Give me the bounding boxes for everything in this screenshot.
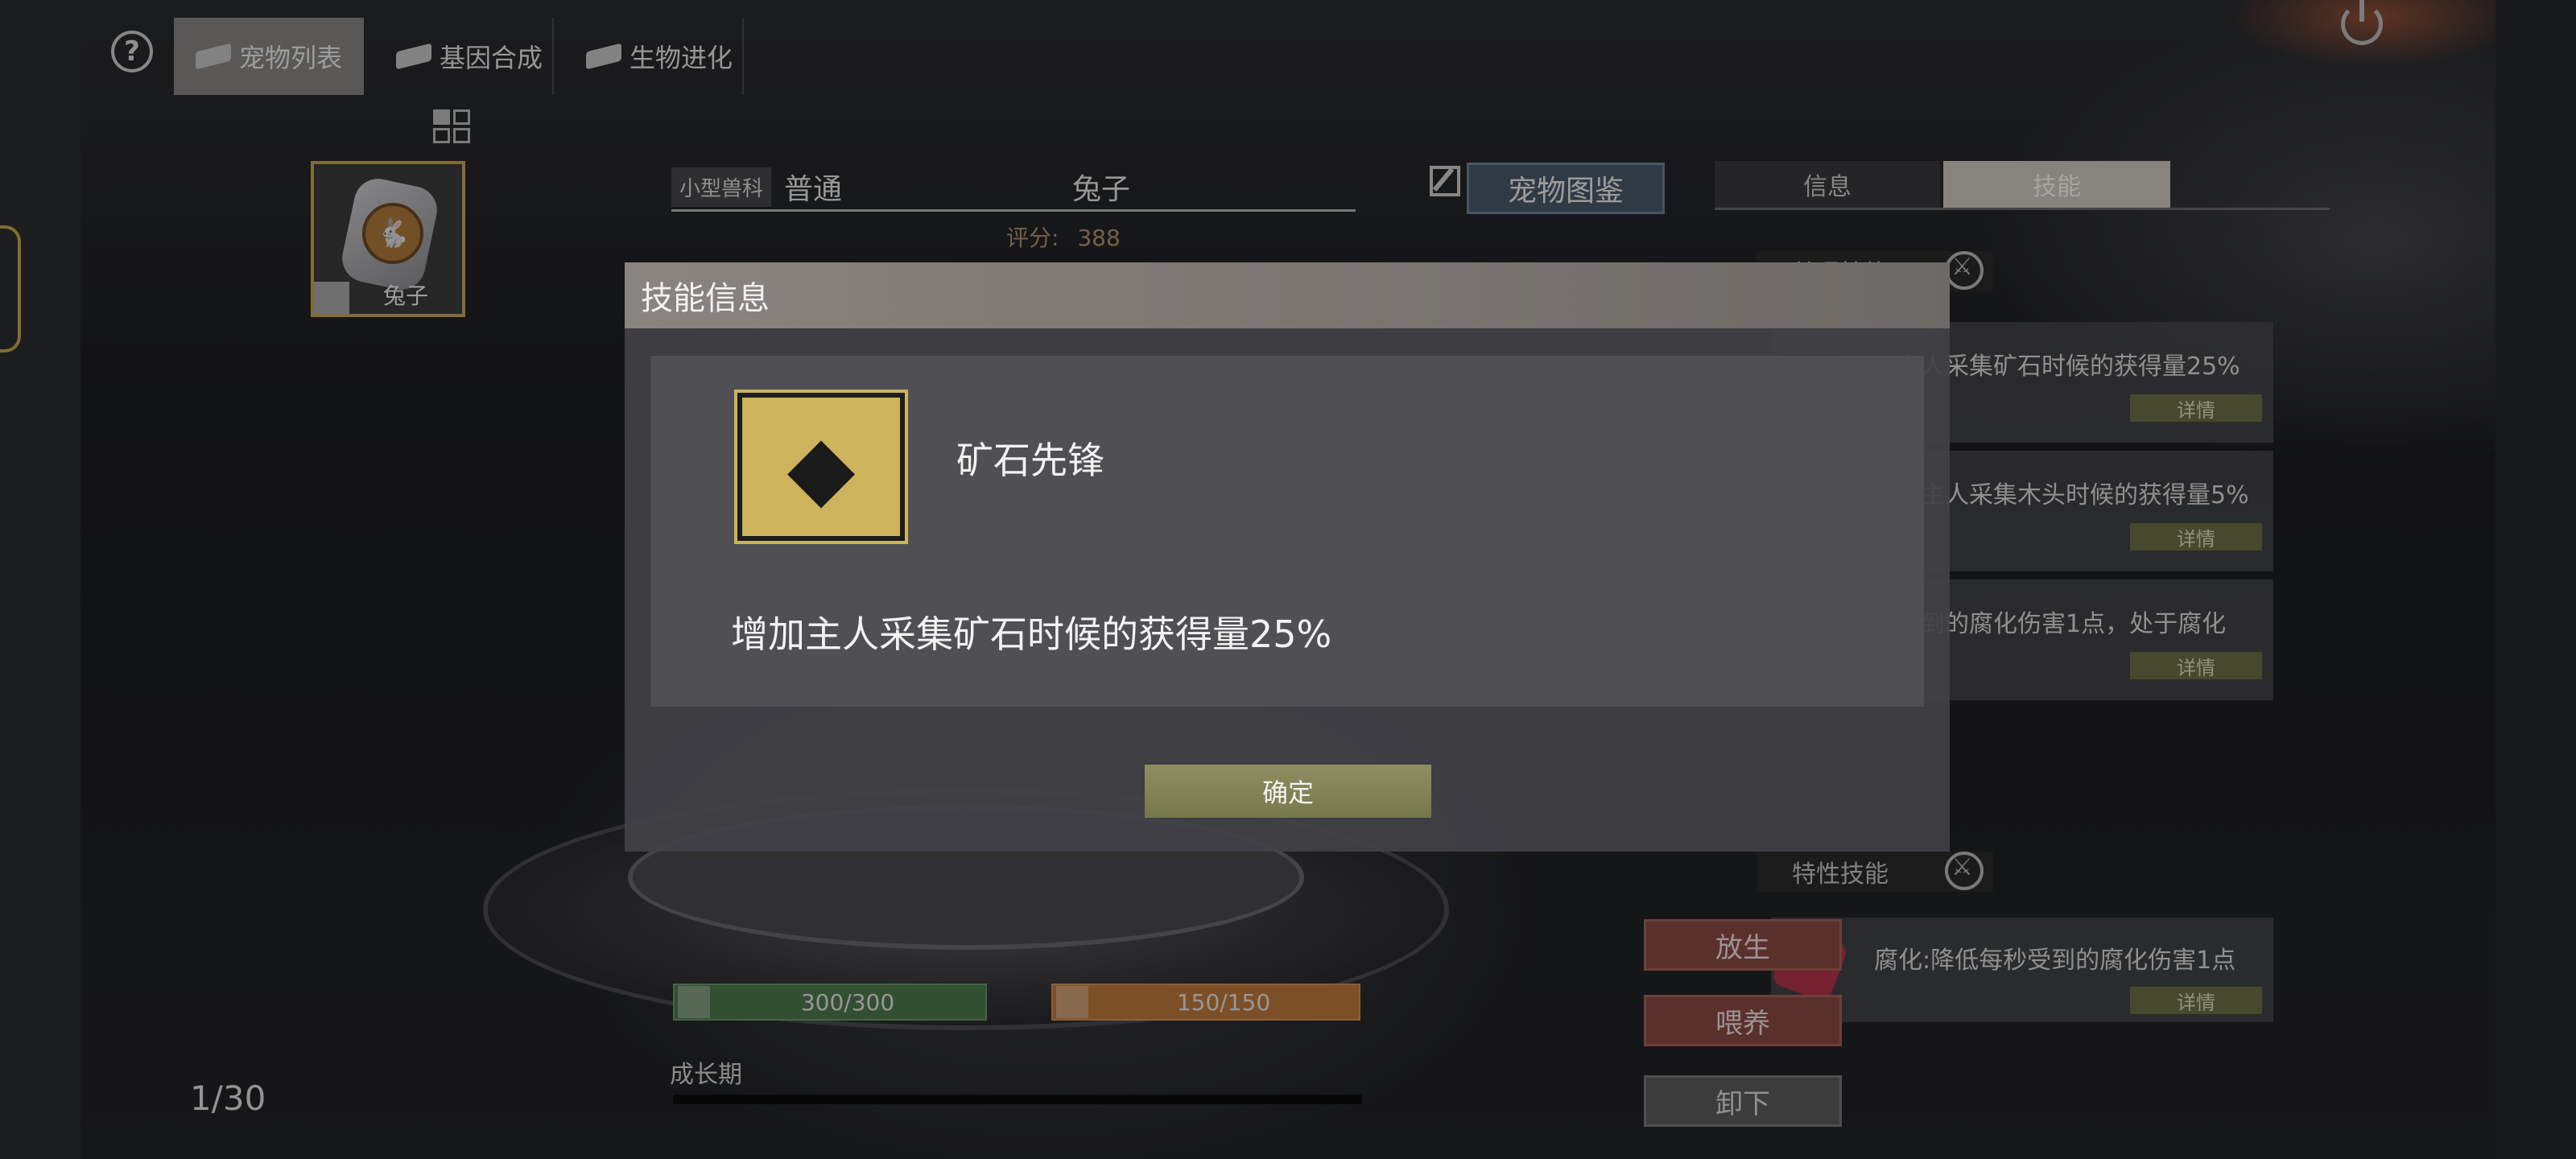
- skill-description: 增加主人采集矿石时候的获得量25%: [731, 612, 1332, 656]
- confirm-button[interactable]: 确定: [1145, 765, 1431, 818]
- ore-gem-icon: ◆: [734, 390, 908, 544]
- dialog-title: 技能信息: [625, 262, 1950, 328]
- skill-name: 矿石先锋: [956, 439, 1104, 482]
- skill-info-dialog: 技能信息 ◆ 矿石先锋 增加主人采集矿石时候的获得量25% 确定: [625, 262, 1950, 852]
- dialog-body: ◆ 矿石先锋 增加主人采集矿石时候的获得量25%: [650, 356, 1924, 707]
